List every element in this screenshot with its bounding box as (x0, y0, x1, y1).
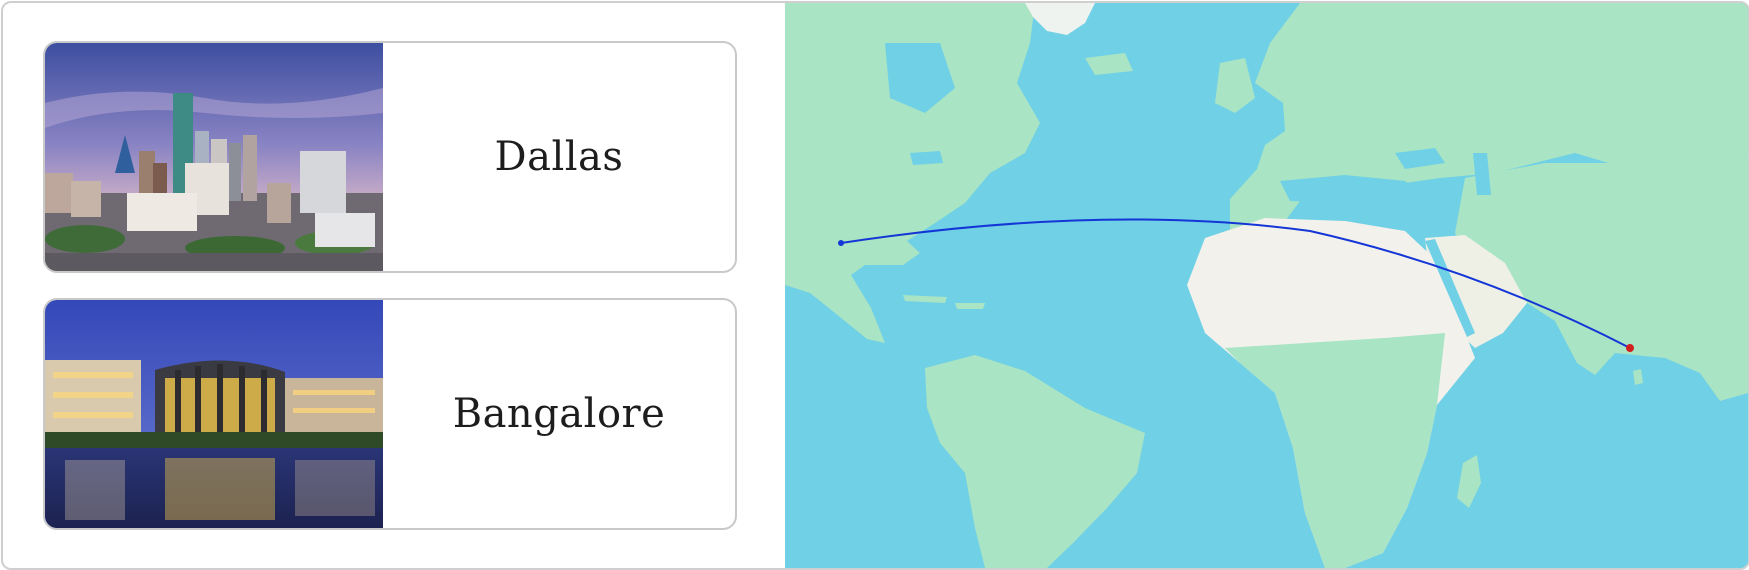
city-name-dallas: Dallas (494, 134, 624, 180)
great-lakes (910, 151, 943, 165)
hispaniola-land (955, 303, 985, 309)
route-map[interactable] (785, 3, 1748, 568)
bangalore-waterfront-photo (45, 300, 383, 528)
bangalore-marker[interactable] (1626, 344, 1634, 352)
dallas-skyline-photo (45, 43, 383, 271)
city-card-dallas[interactable]: Dallas (43, 41, 737, 273)
city-name-bangalore: Bangalore (452, 391, 666, 437)
city-card-bangalore[interactable]: Bangalore (43, 298, 737, 530)
comparison-panel: Dallas Bangalore (1, 1, 1749, 570)
dallas-marker[interactable] (838, 240, 844, 246)
